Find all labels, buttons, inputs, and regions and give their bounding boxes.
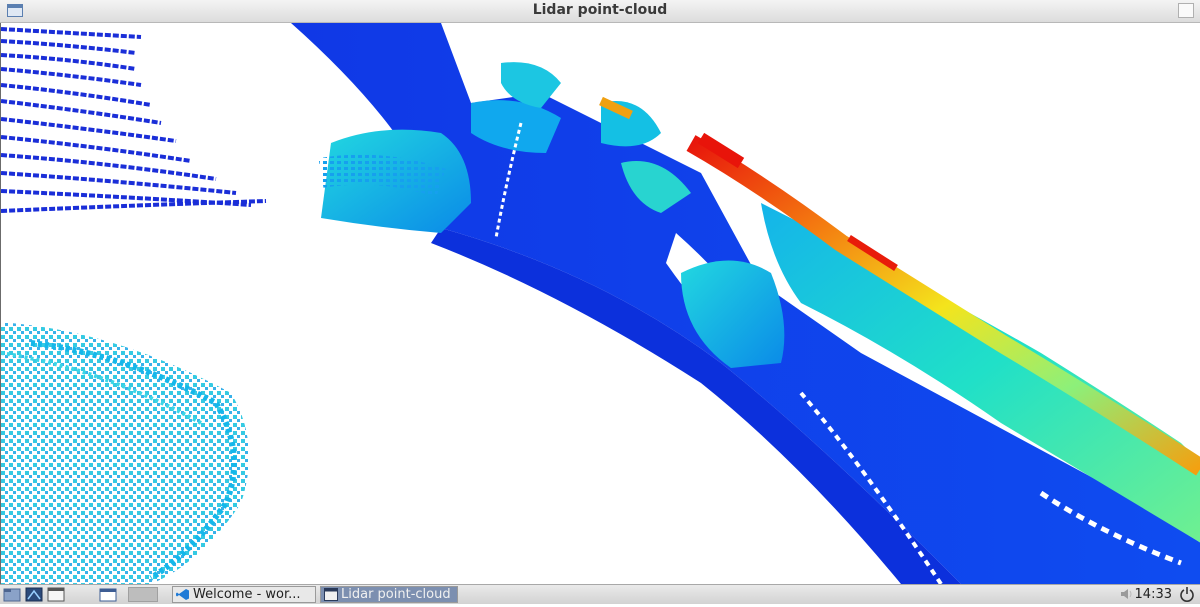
task-lidar[interactable]: Lidar point-cloud [320,586,458,603]
point-cloud-viewport[interactable] [0,23,1200,584]
taskbar-separator [128,587,158,602]
vscode-icon [176,588,190,601]
taskbar: Welcome - wor... Lidar point-cloud 14:33 [0,584,1200,604]
power-icon[interactable] [1179,586,1195,602]
network-icon[interactable] [24,586,44,603]
window-close-icon[interactable] [1178,3,1194,18]
task-label: Welcome - wor... [193,587,301,602]
point-cloud-canvas[interactable] [1,23,1200,584]
task-label: Lidar point-cloud [341,587,451,602]
window-title: Lidar point-cloud [532,2,668,18]
scan-rings-upper-left [1,27,267,213]
task-welcome[interactable]: Welcome - wor... [172,586,316,603]
window-icon [324,588,338,601]
cyan-point-cluster [1,323,249,584]
file-manager-icon[interactable] [2,586,22,603]
window-icon[interactable] [46,586,66,603]
show-desktop-icon[interactable] [98,586,118,603]
window-titlebar[interactable]: Lidar point-cloud [0,0,1200,23]
clock[interactable]: 14:33 [1135,586,1172,603]
